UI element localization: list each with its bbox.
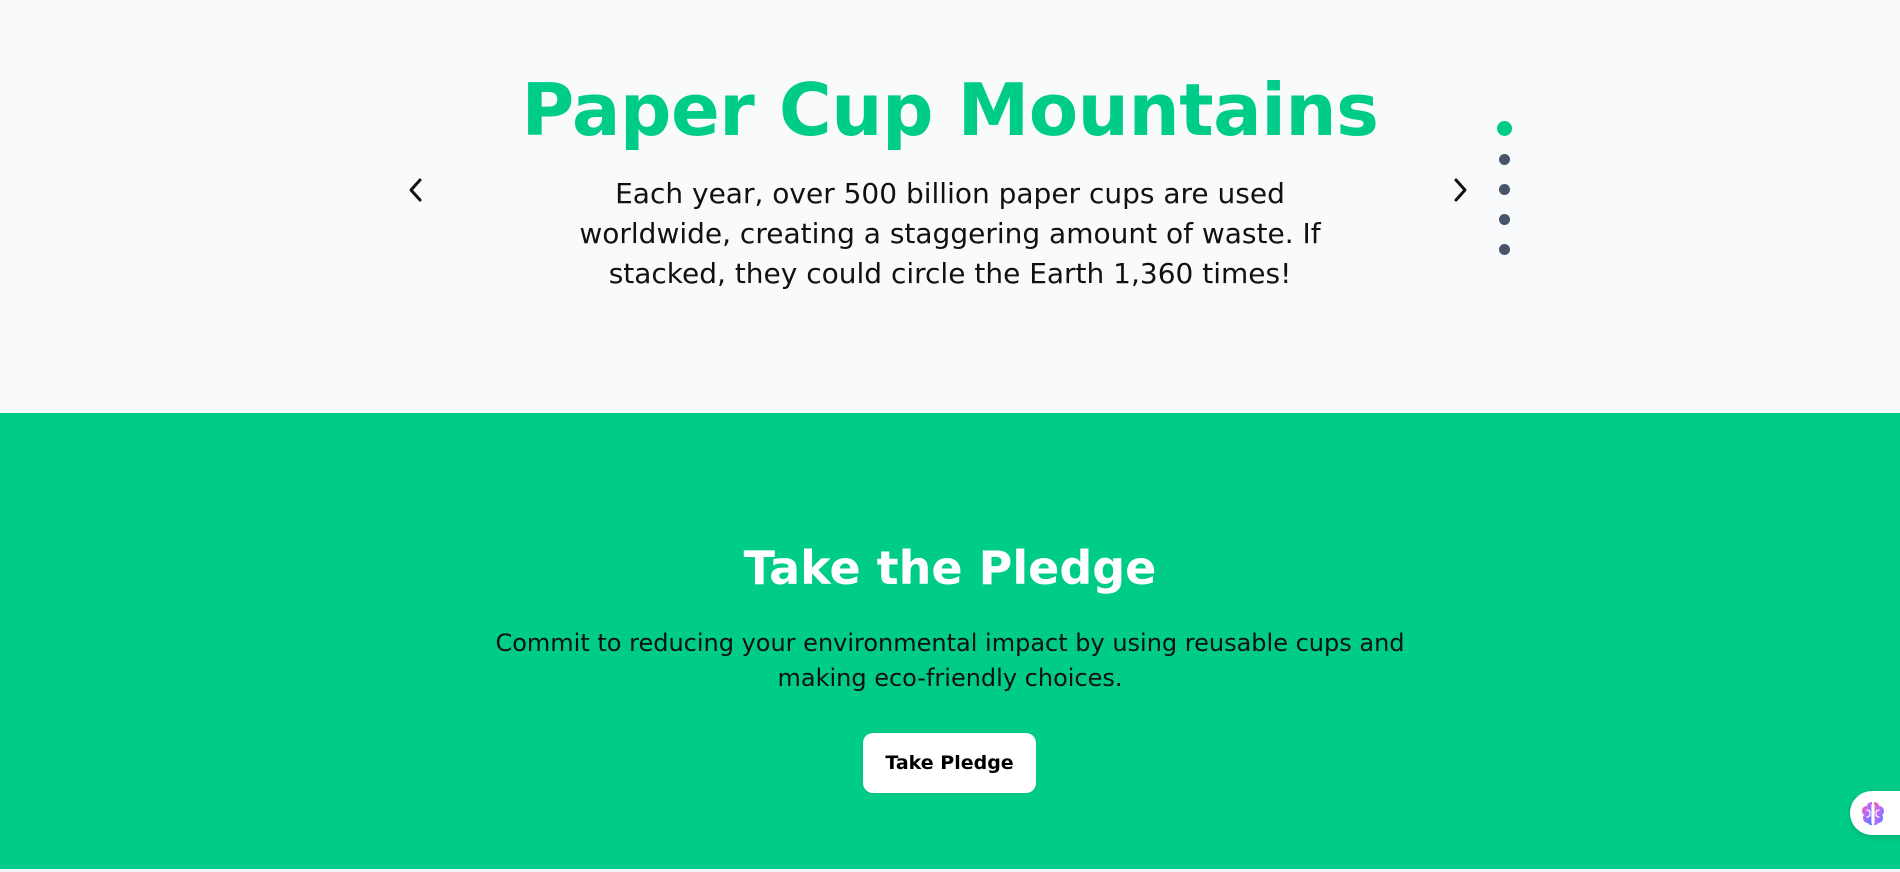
pledge-title: Take the Pledge: [743, 541, 1157, 595]
brain-icon: [1862, 802, 1884, 825]
slide-indicator-5[interactable]: [1499, 244, 1510, 255]
pledge-description: Commit to reducing your environmental im…: [495, 629, 1405, 692]
slide-description: Each year, over 500 billion paper cups a…: [579, 177, 1321, 290]
take-pledge-button[interactable]: Take Pledge: [863, 733, 1036, 793]
assistant-widget-button[interactable]: [1850, 791, 1900, 835]
chevron-left-icon: [409, 178, 422, 202]
pledge-section: Take the Pledge Commit to reducing your …: [0, 413, 1900, 872]
previous-slide-button[interactable]: [398, 172, 434, 208]
next-slide-button[interactable]: [1442, 172, 1478, 208]
fact-carousel: Paper Cup Mountains Each year, over 500 …: [0, 0, 1900, 413]
slide-title: Paper Cup Mountains: [521, 68, 1380, 152]
slide-indicator-1[interactable]: [1497, 121, 1512, 136]
slide-indicator-3[interactable]: [1499, 184, 1510, 195]
slide-indicator-4[interactable]: [1499, 214, 1510, 225]
slide-indicator-2[interactable]: [1499, 154, 1510, 165]
chevron-right-icon: [1454, 178, 1467, 202]
